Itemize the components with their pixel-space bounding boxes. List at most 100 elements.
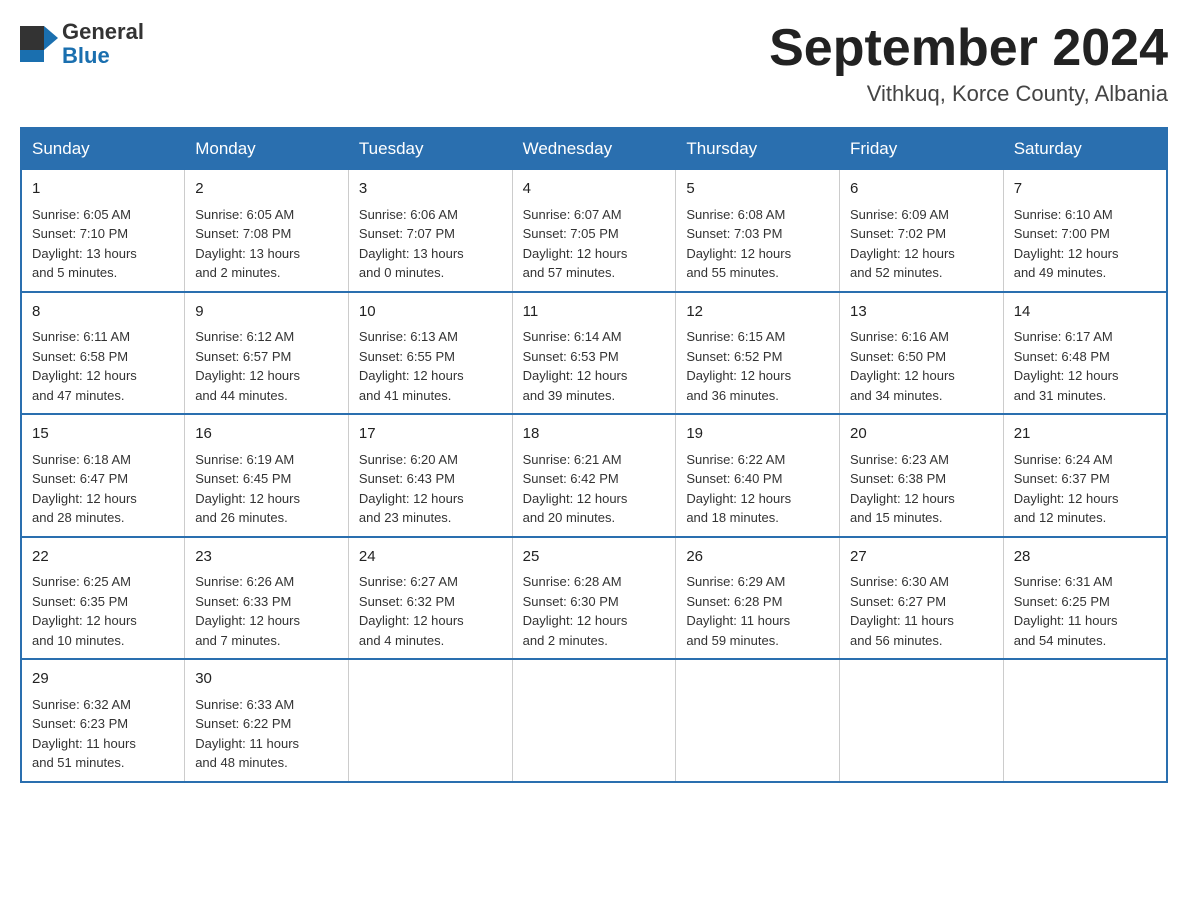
- day-number: 2: [195, 178, 338, 201]
- day-info: Sunrise: 6:15 AMSunset: 6:52 PMDaylight:…: [686, 327, 829, 405]
- day-info: Sunrise: 6:23 AMSunset: 6:38 PMDaylight:…: [850, 450, 993, 528]
- table-row: 19 Sunrise: 6:22 AMSunset: 6:40 PMDaylig…: [676, 414, 840, 537]
- table-row: 9 Sunrise: 6:12 AMSunset: 6:57 PMDayligh…: [185, 292, 349, 415]
- day-number: 1: [32, 178, 174, 201]
- day-number: 9: [195, 301, 338, 324]
- day-number: 11: [523, 301, 666, 324]
- day-info: Sunrise: 6:17 AMSunset: 6:48 PMDaylight:…: [1014, 327, 1156, 405]
- header-friday: Friday: [840, 128, 1004, 170]
- day-number: 18: [523, 423, 666, 446]
- day-number: 23: [195, 546, 338, 569]
- day-number: 3: [359, 178, 502, 201]
- table-row: 18 Sunrise: 6:21 AMSunset: 6:42 PMDaylig…: [512, 414, 676, 537]
- day-info: Sunrise: 6:08 AMSunset: 7:03 PMDaylight:…: [686, 205, 829, 283]
- table-row: 21 Sunrise: 6:24 AMSunset: 6:37 PMDaylig…: [1003, 414, 1167, 537]
- day-info: Sunrise: 6:28 AMSunset: 6:30 PMDaylight:…: [523, 572, 666, 650]
- day-info: Sunrise: 6:25 AMSunset: 6:35 PMDaylight:…: [32, 572, 174, 650]
- title-area: September 2024 Vithkuq, Korce County, Al…: [769, 20, 1168, 107]
- table-row: 30 Sunrise: 6:33 AMSunset: 6:22 PMDaylig…: [185, 659, 349, 782]
- page-header: General Blue September 2024 Vithkuq, Kor…: [20, 20, 1168, 107]
- day-number: 5: [686, 178, 829, 201]
- day-info: Sunrise: 6:09 AMSunset: 7:02 PMDaylight:…: [850, 205, 993, 283]
- header-thursday: Thursday: [676, 128, 840, 170]
- calendar-week-row: 1 Sunrise: 6:05 AMSunset: 7:10 PMDayligh…: [21, 170, 1167, 292]
- table-row: 29 Sunrise: 6:32 AMSunset: 6:23 PMDaylig…: [21, 659, 185, 782]
- header-sunday: Sunday: [21, 128, 185, 170]
- day-info: Sunrise: 6:18 AMSunset: 6:47 PMDaylight:…: [32, 450, 174, 528]
- table-row: 16 Sunrise: 6:19 AMSunset: 6:45 PMDaylig…: [185, 414, 349, 537]
- day-number: 4: [523, 178, 666, 201]
- day-number: 30: [195, 668, 338, 691]
- table-row: 8 Sunrise: 6:11 AMSunset: 6:58 PMDayligh…: [21, 292, 185, 415]
- table-row: [348, 659, 512, 782]
- day-number: 15: [32, 423, 174, 446]
- table-row: 4 Sunrise: 6:07 AMSunset: 7:05 PMDayligh…: [512, 170, 676, 292]
- day-number: 19: [686, 423, 829, 446]
- calendar-week-row: 15 Sunrise: 6:18 AMSunset: 6:47 PMDaylig…: [21, 414, 1167, 537]
- table-row: 3 Sunrise: 6:06 AMSunset: 7:07 PMDayligh…: [348, 170, 512, 292]
- day-info: Sunrise: 6:27 AMSunset: 6:32 PMDaylight:…: [359, 572, 502, 650]
- day-info: Sunrise: 6:33 AMSunset: 6:22 PMDaylight:…: [195, 695, 338, 773]
- day-info: Sunrise: 6:21 AMSunset: 6:42 PMDaylight:…: [523, 450, 666, 528]
- table-row: 2 Sunrise: 6:05 AMSunset: 7:08 PMDayligh…: [185, 170, 349, 292]
- day-info: Sunrise: 6:19 AMSunset: 6:45 PMDaylight:…: [195, 450, 338, 528]
- table-row: 13 Sunrise: 6:16 AMSunset: 6:50 PMDaylig…: [840, 292, 1004, 415]
- table-row: 15 Sunrise: 6:18 AMSunset: 6:47 PMDaylig…: [21, 414, 185, 537]
- calendar-week-row: 22 Sunrise: 6:25 AMSunset: 6:35 PMDaylig…: [21, 537, 1167, 660]
- table-row: [1003, 659, 1167, 782]
- day-number: 20: [850, 423, 993, 446]
- day-info: Sunrise: 6:29 AMSunset: 6:28 PMDaylight:…: [686, 572, 829, 650]
- day-info: Sunrise: 6:30 AMSunset: 6:27 PMDaylight:…: [850, 572, 993, 650]
- day-number: 24: [359, 546, 502, 569]
- calendar-table: Sunday Monday Tuesday Wednesday Thursday…: [20, 127, 1168, 783]
- day-number: 8: [32, 301, 174, 324]
- day-info: Sunrise: 6:32 AMSunset: 6:23 PMDaylight:…: [32, 695, 174, 773]
- day-info: Sunrise: 6:16 AMSunset: 6:50 PMDaylight:…: [850, 327, 993, 405]
- table-row: 26 Sunrise: 6:29 AMSunset: 6:28 PMDaylig…: [676, 537, 840, 660]
- day-number: 22: [32, 546, 174, 569]
- header-saturday: Saturday: [1003, 128, 1167, 170]
- table-row: 22 Sunrise: 6:25 AMSunset: 6:35 PMDaylig…: [21, 537, 185, 660]
- day-info: Sunrise: 6:12 AMSunset: 6:57 PMDaylight:…: [195, 327, 338, 405]
- day-info: Sunrise: 6:20 AMSunset: 6:43 PMDaylight:…: [359, 450, 502, 528]
- location-title: Vithkuq, Korce County, Albania: [769, 81, 1168, 107]
- table-row: [840, 659, 1004, 782]
- day-info: Sunrise: 6:13 AMSunset: 6:55 PMDaylight:…: [359, 327, 502, 405]
- day-info: Sunrise: 6:22 AMSunset: 6:40 PMDaylight:…: [686, 450, 829, 528]
- month-title: September 2024: [769, 20, 1168, 77]
- day-info: Sunrise: 6:05 AMSunset: 7:08 PMDaylight:…: [195, 205, 338, 283]
- day-number: 12: [686, 301, 829, 324]
- table-row: 7 Sunrise: 6:10 AMSunset: 7:00 PMDayligh…: [1003, 170, 1167, 292]
- day-number: 28: [1014, 546, 1156, 569]
- table-row: 5 Sunrise: 6:08 AMSunset: 7:03 PMDayligh…: [676, 170, 840, 292]
- table-row: 11 Sunrise: 6:14 AMSunset: 6:53 PMDaylig…: [512, 292, 676, 415]
- day-number: 29: [32, 668, 174, 691]
- table-row: 6 Sunrise: 6:09 AMSunset: 7:02 PMDayligh…: [840, 170, 1004, 292]
- calendar-week-row: 8 Sunrise: 6:11 AMSunset: 6:58 PMDayligh…: [21, 292, 1167, 415]
- day-number: 27: [850, 546, 993, 569]
- day-info: Sunrise: 6:05 AMSunset: 7:10 PMDaylight:…: [32, 205, 174, 283]
- table-row: 17 Sunrise: 6:20 AMSunset: 6:43 PMDaylig…: [348, 414, 512, 537]
- day-number: 7: [1014, 178, 1156, 201]
- table-row: [512, 659, 676, 782]
- day-number: 6: [850, 178, 993, 201]
- logo-icon: [20, 26, 58, 62]
- table-row: 23 Sunrise: 6:26 AMSunset: 6:33 PMDaylig…: [185, 537, 349, 660]
- day-number: 21: [1014, 423, 1156, 446]
- day-number: 14: [1014, 301, 1156, 324]
- table-row: 1 Sunrise: 6:05 AMSunset: 7:10 PMDayligh…: [21, 170, 185, 292]
- day-number: 17: [359, 423, 502, 446]
- day-info: Sunrise: 6:11 AMSunset: 6:58 PMDaylight:…: [32, 327, 174, 405]
- day-number: 13: [850, 301, 993, 324]
- day-number: 10: [359, 301, 502, 324]
- day-info: Sunrise: 6:26 AMSunset: 6:33 PMDaylight:…: [195, 572, 338, 650]
- day-info: Sunrise: 6:06 AMSunset: 7:07 PMDaylight:…: [359, 205, 502, 283]
- day-info: Sunrise: 6:10 AMSunset: 7:00 PMDaylight:…: [1014, 205, 1156, 283]
- day-info: Sunrise: 6:07 AMSunset: 7:05 PMDaylight:…: [523, 205, 666, 283]
- logo: General Blue: [20, 20, 144, 68]
- logo-blue-text: Blue: [62, 44, 144, 68]
- table-row: 14 Sunrise: 6:17 AMSunset: 6:48 PMDaylig…: [1003, 292, 1167, 415]
- table-row: 28 Sunrise: 6:31 AMSunset: 6:25 PMDaylig…: [1003, 537, 1167, 660]
- table-row: 12 Sunrise: 6:15 AMSunset: 6:52 PMDaylig…: [676, 292, 840, 415]
- table-row: [676, 659, 840, 782]
